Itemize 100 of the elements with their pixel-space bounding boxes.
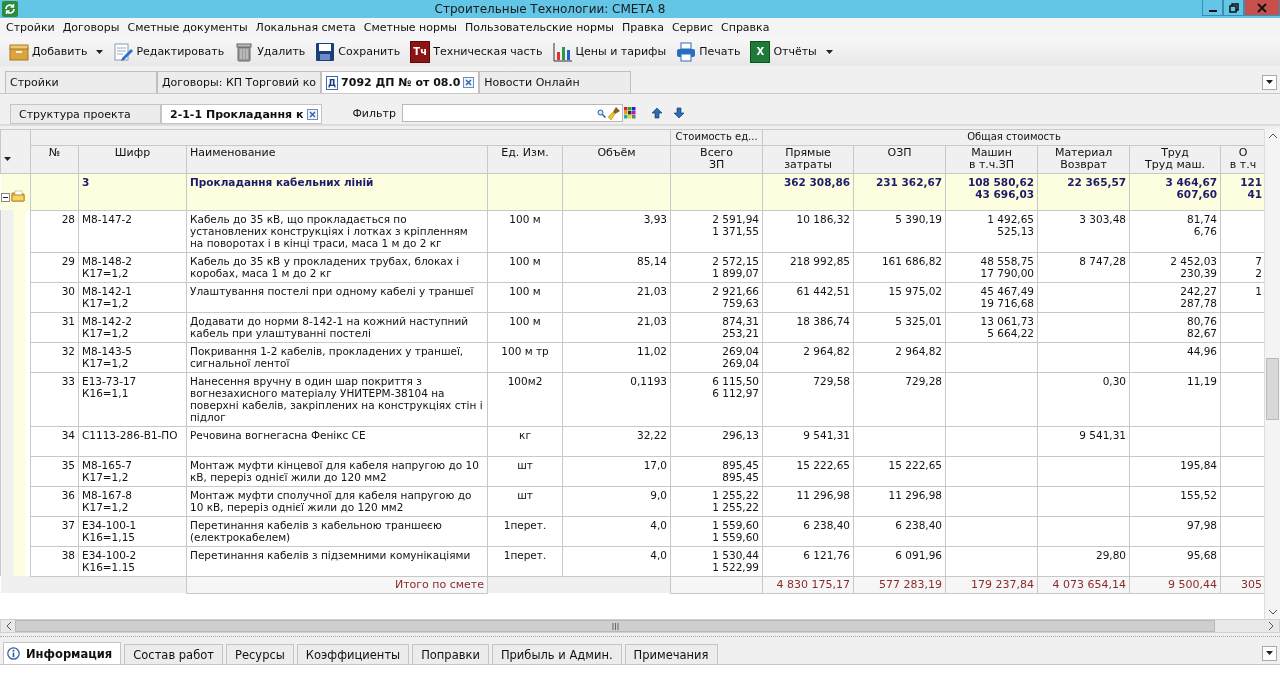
document-tab[interactable]: Стройки: [5, 71, 157, 93]
column-group-header: Общая стоимость: [762, 129, 1264, 146]
table-cell: 6 238,40: [853, 516, 946, 546]
restore-button[interactable]: [1223, 0, 1244, 16]
tree-indent: [0, 546, 31, 576]
table-cell: 729,58: [762, 372, 854, 426]
table-cell: Перетинання кабелів з кабельною траншеєю (електрокабелем): [186, 516, 488, 546]
table-cell: 48 558,75 17 790,00: [945, 252, 1038, 282]
document-tab[interactable]: Новости Онлайн: [479, 71, 632, 93]
panel-tab[interactable]: Прибыль и Админ.: [491, 644, 622, 664]
collapse-icon[interactable]: [0, 190, 10, 202]
color-grid-icon[interactable]: [623, 106, 638, 120]
scroll-up-icon[interactable]: [1268, 133, 1277, 138]
table-cell: 2 591,94 1 371,55: [670, 210, 763, 252]
table-cell: 4,0: [562, 546, 671, 576]
table-cell: 1 530,44 1 522,99: [670, 546, 763, 576]
table-cell: С1113-286-В1-ПО: [78, 426, 187, 456]
scroll-left-icon[interactable]: [6, 622, 11, 630]
table-cell: 3,93: [562, 210, 671, 252]
table-cell: 21,03: [562, 312, 671, 342]
panel-tab[interactable]: Примечания: [624, 644, 718, 664]
column-header[interactable]: Шифр: [78, 145, 187, 174]
dropdown-button[interactable]: [1262, 645, 1277, 661]
panel-tab[interactable]: Ресурсы: [226, 644, 294, 664]
toolbar-button[interactable]: X Отчёты: [747, 38, 836, 65]
toolbar-button[interactable]: Цены и тарифы: [549, 39, 670, 64]
menu-item[interactable]: Сметные нормы: [359, 21, 461, 34]
brush-icon[interactable]: [607, 106, 622, 120]
menu-item[interactable]: Сервис: [667, 21, 717, 34]
table-cell: 10 186,32: [762, 210, 854, 252]
panel-tab[interactable]: Информация: [3, 642, 122, 664]
document-tab[interactable]: Д 7092 ДП № от 08.0: [321, 71, 480, 93]
column-header[interactable]: Прямые затраты: [762, 145, 854, 174]
table-cell: 29: [30, 252, 79, 282]
info-icon: [7, 647, 20, 660]
menu-item[interactable]: Пользовательские нормы: [461, 21, 618, 34]
table-cell: 81,74 6,76: [1129, 210, 1221, 252]
column-header[interactable]: ОЗП: [853, 145, 946, 174]
column-header[interactable]: №: [30, 145, 79, 174]
menu-item[interactable]: Правка: [618, 21, 668, 34]
column-header[interactable]: Объём: [562, 145, 671, 174]
table-cell: 100 м: [487, 210, 563, 252]
close-icon[interactable]: [463, 77, 475, 88]
table-cell: М8-147-2: [78, 210, 187, 252]
table-cell: 35: [30, 456, 79, 486]
menu-item[interactable]: Стройки: [2, 21, 59, 34]
table-cell: Додавати до норми 8-142-1 на кожний наступний кабель при улаштуванні постелі: [186, 312, 488, 342]
close-button[interactable]: [1244, 0, 1280, 16]
scroll-down-icon[interactable]: [1268, 610, 1277, 615]
toolbar-button[interactable]: Удалить: [231, 39, 309, 64]
minimize-button[interactable]: [1202, 0, 1223, 16]
table-cell: 362 308,86: [762, 173, 854, 210]
table-cell: Е34-100-1 К16=1,15: [78, 516, 187, 546]
project-tab[interactable]: Структура проекта: [10, 104, 161, 124]
scroll-thumb[interactable]: [1266, 358, 1279, 420]
table-cell: 9 541,31: [1037, 426, 1130, 456]
minimize-icon: [1207, 9, 1218, 12]
document-tab[interactable]: Договоры: КП Торговий ко: [157, 71, 322, 93]
toolbar-button[interactable]: Тч Техническая часть: [407, 38, 546, 65]
panel-tab[interactable]: Состав работ: [124, 644, 223, 664]
panel-tab[interactable]: Поправки: [412, 644, 489, 664]
dropdown-button[interactable]: [1262, 74, 1277, 90]
table-cell: 296,13: [670, 426, 763, 456]
table-cell: 161 686,82: [853, 252, 946, 282]
table-cell: 5 325,01: [853, 312, 946, 342]
column-header[interactable]: Наименование: [186, 145, 488, 174]
scroll-thumb[interactable]: [15, 620, 1215, 632]
project-tab[interactable]: 2-1-1 Прокладання к: [161, 104, 323, 124]
table-cell: 1 255,22 1 255,22: [670, 486, 763, 516]
arrow-down-icon[interactable]: [673, 107, 686, 119]
toolbar-button[interactable]: Добавить: [6, 39, 107, 64]
filter-field[interactable]: [402, 104, 624, 122]
table-cell: 6 115,50 6 112,97: [670, 372, 763, 426]
arrow-up-icon[interactable]: [651, 107, 664, 119]
table-cell: Покривання 1-2 кабелів, прокладених у траншеї, сигнальної лентої: [186, 342, 488, 372]
panel-tab[interactable]: Коэффициенты: [296, 644, 410, 664]
menu-item[interactable]: Справка: [717, 21, 774, 34]
toolbar-button[interactable]: Печать: [673, 39, 744, 64]
menu-item[interactable]: Сметные документы: [123, 21, 252, 34]
scroll-right-icon[interactable]: [1269, 622, 1274, 630]
table-cell: 11 296,98: [853, 486, 946, 516]
table-cell: 28: [30, 210, 79, 252]
table-cell: 5 390,19: [853, 210, 946, 252]
caret-icon[interactable]: [4, 156, 11, 161]
menu-item[interactable]: Договоры: [58, 21, 124, 34]
toolbar-button[interactable]: Сохранить: [312, 39, 404, 64]
column-header[interactable]: Материал Возврат: [1037, 145, 1130, 174]
letter-icon: Тч: [410, 40, 431, 63]
table-cell: 44,96: [1129, 342, 1221, 372]
horizontal-scrollbar[interactable]: [0, 619, 1280, 633]
table-cell: 8 747,28: [1037, 252, 1130, 282]
table-cell: 269,04 269,04: [670, 342, 763, 372]
column-header[interactable]: Всего ЗП: [670, 145, 763, 174]
column-header[interactable]: Машин в т.ч.ЗП: [945, 145, 1038, 174]
toolbar-button[interactable]: Редактировать: [110, 39, 228, 64]
search-icon[interactable]: [597, 108, 607, 118]
menu-item[interactable]: Локальная смета: [251, 21, 360, 34]
column-header[interactable]: Труд Труд маш.: [1129, 145, 1221, 174]
column-header[interactable]: Ед. Изм.: [487, 145, 563, 174]
close-icon[interactable]: [307, 108, 319, 120]
